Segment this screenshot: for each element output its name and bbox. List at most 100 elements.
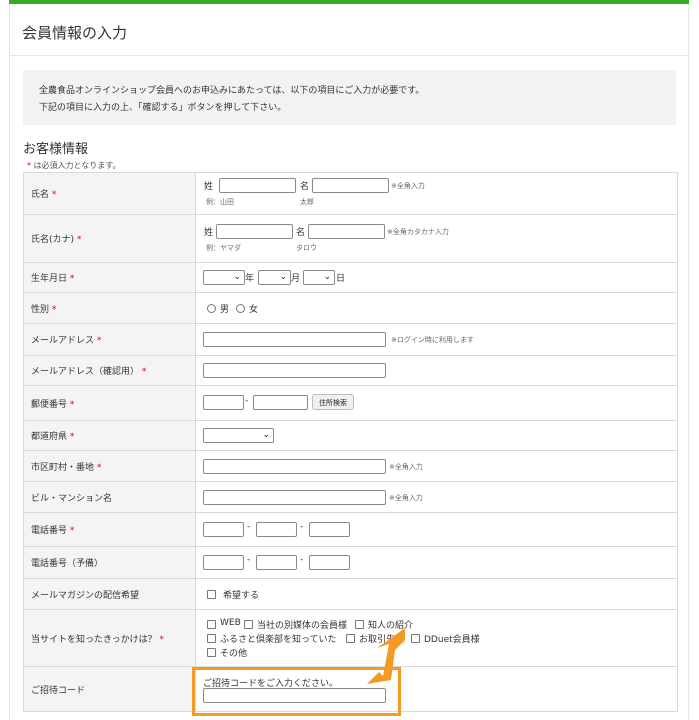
row-newsletter: メールマガジンの配信希望 希望する	[23, 578, 678, 610]
label-newsletter: メールマガジンの配信希望	[23, 578, 196, 610]
arrow-shape	[367, 628, 405, 684]
example-first-name-kana: タロウ	[296, 244, 317, 252]
label-postal-text: 郵便番号	[31, 399, 68, 410]
value-birthday: ⌄ 年 ⌄ 月 ⌄ 日	[195, 262, 678, 293]
frame-border-right	[688, 4, 689, 720]
pointer-arrow-icon	[367, 628, 405, 684]
email-input[interactable]	[203, 332, 386, 347]
label-name-kana-text: 氏名(カナ)	[31, 235, 75, 245]
label-phone-sub: 電話番号（予備）	[23, 546, 196, 579]
value-city: ※全角入力	[195, 450, 678, 482]
notice-box: 全農食品オンラインショップ会員へのお申込みにあたっては、以下の項目にご入力が必要…	[23, 70, 676, 125]
required-star: *	[159, 634, 165, 645]
phone-first-input[interactable]	[203, 522, 244, 537]
required-star: *	[69, 432, 75, 442]
referral-other-media-checkbox[interactable]	[244, 620, 253, 629]
value-building: ※全角入力	[195, 481, 678, 513]
row-gender: 性別 * 男 女	[23, 292, 678, 324]
postal-code-second-input[interactable]	[253, 395, 308, 410]
phone-sub-first-input[interactable]	[203, 555, 244, 570]
label-email-confirm-text: メールアドレス（確認用）	[31, 367, 140, 377]
referral-furusato-checkbox[interactable]	[207, 634, 216, 643]
row-email: メールアドレス * ※ログイン時に利用します	[23, 323, 678, 356]
gender-female-label: 女	[249, 305, 259, 315]
example-last-name-kana: 例：ヤマダ	[206, 244, 241, 252]
postal-code-first-input[interactable]	[203, 395, 244, 410]
newsletter-checkbox[interactable]	[207, 590, 216, 599]
value-name: 姓 名 ※全角入力 例：山田 太郎	[195, 172, 678, 215]
referral-web-checkbox[interactable]	[207, 620, 216, 629]
first-name-kana-input[interactable]	[308, 224, 385, 239]
label-phone: 電話番号 *	[23, 512, 196, 547]
required-star: *	[51, 190, 57, 200]
building-input[interactable]	[203, 490, 386, 505]
required-star: *	[69, 274, 75, 284]
row-name-kana: 氏名(カナ) * 姓 名 ※全角カタカナ入力 例：ヤマダ タロウ	[23, 214, 678, 263]
phone-sub-third-input[interactable]	[309, 555, 350, 570]
first-name-input[interactable]	[312, 178, 389, 193]
row-phone: 電話番号 * - -	[23, 512, 678, 547]
value-phone-sub: - -	[195, 546, 678, 579]
label-email-confirm: メールアドレス（確認用） *	[23, 355, 196, 386]
value-name-kana: 姓 名 ※全角カタカナ入力 例：ヤマダ タロウ	[195, 214, 678, 263]
name-note: ※全角入力	[391, 182, 425, 190]
frame-border-left	[9, 4, 10, 720]
gender-female-radio[interactable]	[236, 304, 245, 313]
required-star: *	[141, 367, 147, 377]
required-star: *	[96, 336, 102, 346]
month-suffix: 月	[291, 274, 301, 284]
sei-kana-label: 姓	[204, 228, 214, 238]
referral-other-checkbox[interactable]	[207, 648, 216, 657]
label-email-text: メールアドレス	[31, 336, 95, 346]
phone-third-input[interactable]	[309, 522, 350, 537]
label-gender: 性別 *	[23, 292, 196, 324]
sei-label: 姓	[204, 182, 214, 192]
value-prefecture: ⌄	[195, 420, 678, 451]
value-newsletter: 希望する	[195, 578, 678, 610]
last-name-input[interactable]	[219, 178, 296, 193]
row-referral-source: 当サイトを知ったきっかけは？ * WEB 当社の別媒体の会員様 知人の紹介 ふる…	[23, 609, 678, 667]
gender-male-radio[interactable]	[207, 304, 216, 313]
phone-sub-second-input[interactable]	[256, 555, 297, 570]
email-note: ※ログイン時に利用します	[391, 336, 474, 344]
referral-dduet-label: DDuet会員様	[424, 635, 480, 645]
city-input[interactable]	[203, 459, 386, 474]
label-birthday: 生年月日 *	[23, 262, 196, 293]
referral-business-partner-checkbox[interactable]	[346, 634, 355, 643]
label-email: メールアドレス *	[23, 323, 196, 356]
city-note: ※全角入力	[389, 463, 423, 471]
row-city: 市区町村・番地 * ※全角入力	[23, 450, 678, 482]
mei-kana-label: 名	[296, 228, 306, 238]
birth-month-select[interactable]: ⌄	[258, 270, 291, 285]
phone-sub-separator-2: -	[300, 555, 304, 565]
name-kana-note: ※全角カタカナ入力	[387, 228, 449, 236]
value-email-confirm	[195, 355, 678, 386]
birth-day-select[interactable]: ⌄	[303, 270, 335, 285]
notice-line-1: 全農食品オンラインショップ会員へのお申込みにあたっては、以下の項目にご入力が必要…	[39, 86, 425, 96]
required-note-text: は必須入力となります。	[31, 161, 121, 170]
required-note: * は必須入力となります。	[27, 160, 121, 171]
customer-info-form: 氏名 * 姓 名 ※全角入力 例：山田 太郎 氏名(カナ) * 姓 名 ※全角カ…	[23, 172, 678, 712]
phone-second-input[interactable]	[256, 522, 297, 537]
last-name-kana-input[interactable]	[216, 224, 293, 239]
label-invite-code: ご招待コード	[23, 666, 196, 712]
value-gender: 男 女	[195, 292, 678, 324]
address-search-button[interactable]: 住所検索	[312, 394, 354, 410]
label-building: ビル・マンション名	[23, 481, 196, 513]
label-prefecture-text: 都道府県	[31, 432, 68, 442]
prefecture-select[interactable]: ⌄	[203, 428, 274, 443]
value-email: ※ログイン時に利用します	[195, 323, 678, 356]
email-confirm-input[interactable]	[203, 363, 386, 378]
day-suffix: 日	[336, 274, 346, 284]
referral-web-label: WEB	[220, 618, 241, 628]
year-suffix: 年	[245, 274, 255, 284]
birth-year-select[interactable]: ⌄	[203, 270, 245, 285]
row-building: ビル・マンション名 ※全角入力	[23, 481, 678, 513]
label-postal: 郵便番号 *	[23, 385, 196, 421]
postal-separator: -	[245, 396, 249, 406]
notice-line-2: 下記の項目に入力の上、「確認する」ボタンを押して下さい。	[39, 103, 287, 113]
chevron-down-icon: ⌄	[323, 272, 331, 282]
example-first-name: 太郎	[300, 198, 314, 206]
value-referral-source: WEB 当社の別媒体の会員様 知人の紹介 ふるさと倶楽部を知っていた お取引先様…	[195, 609, 678, 667]
row-birthday: 生年月日 * ⌄ 年 ⌄ 月 ⌄ 日	[23, 262, 678, 293]
